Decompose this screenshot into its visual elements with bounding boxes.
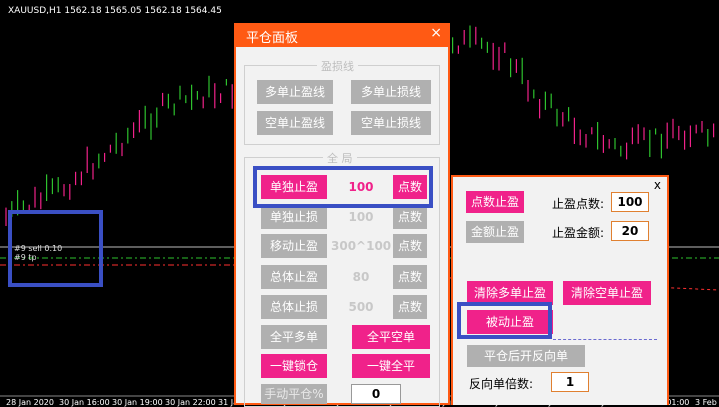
close-icon[interactable]: ×	[430, 25, 442, 41]
short-sl-line-button[interactable]: 空单止损线	[351, 111, 431, 135]
one-click-lock-button[interactable]: 一键锁仓	[261, 354, 327, 378]
highlight-box-passive-tp	[457, 302, 552, 339]
single-sl-unit-button[interactable]: 点数	[393, 205, 427, 229]
trailing-tp-value[interactable]: 300^100	[331, 234, 391, 258]
highlight-box-single-tp	[253, 166, 433, 208]
trailing-tp-unit-button[interactable]: 点数	[393, 234, 427, 258]
clear-short-tp-button[interactable]: 清除空单止盈	[563, 281, 651, 305]
manual-partial-close-button[interactable]: 手动平仓%	[261, 384, 327, 404]
total-tp-unit-button[interactable]: 点数	[393, 265, 427, 289]
amount-tp-button[interactable]: 金额止盈	[466, 221, 524, 243]
panel-title: 平仓面板	[246, 31, 299, 46]
close-icon[interactable]: x	[654, 178, 661, 192]
divider	[553, 339, 657, 340]
group-sl-tp-lines: 盈损线 多单止盈线 多单止损线 空单止盈线 空单止损线	[244, 58, 440, 145]
tp-amount-label: 止盈金额:	[552, 226, 605, 240]
time-axis-label: 28 Jan 2020	[6, 398, 54, 407]
tp-settings-panel: x 点数止盈 止盈点数: 100 金额止盈 止盈金额: 20 清除多单止盈 清除…	[451, 175, 669, 405]
tp-points-input[interactable]: 100	[611, 192, 649, 212]
short-tp-line-button[interactable]: 空单止盈线	[257, 111, 333, 135]
total-tp-value[interactable]: 80	[331, 265, 391, 289]
partial-close-input[interactable]: 0	[351, 384, 401, 404]
close-all-long-button[interactable]: 全平多单	[261, 325, 327, 349]
total-tp-button[interactable]: 总体止盈	[261, 265, 327, 289]
one-click-close-all-button[interactable]: 一键全平	[352, 354, 430, 378]
time-axis-label: 30 Jan 16:00	[59, 398, 110, 407]
group-title: 全 局	[323, 150, 357, 166]
total-sl-button[interactable]: 总体止损	[261, 295, 327, 319]
total-sl-value[interactable]: 500	[331, 295, 391, 319]
single-sl-button[interactable]: 单独止损	[261, 205, 327, 229]
total-sl-unit-button[interactable]: 点数	[393, 295, 427, 319]
points-tp-button[interactable]: 点数止盈	[466, 191, 524, 213]
panel-header[interactable]: 平仓面板 ×	[236, 23, 448, 47]
single-sl-value[interactable]: 100	[331, 205, 391, 229]
reverse-multiplier-input[interactable]: 1	[551, 372, 589, 392]
tp-points-label: 止盈点数:	[552, 197, 605, 211]
group-title: 盈损线	[317, 58, 358, 74]
tp-amount-input[interactable]: 20	[611, 221, 649, 241]
time-axis-label: 3 Feb 04:00	[695, 398, 719, 407]
close-all-short-button[interactable]: 全平空单	[352, 325, 430, 349]
highlight-box-order	[8, 210, 103, 287]
reverse-after-close-button[interactable]: 平仓后开反向单	[467, 345, 585, 367]
symbol-title: XAUUSD,H1 1562.18 1565.05 1562.18 1564.4…	[8, 6, 222, 16]
close-panel: 平仓面板 × 盈损线 多单止盈线 多单止损线 空单止盈线 空单止损线 全 局 单…	[234, 23, 450, 407]
time-axis-label: 30 Jan 19:00	[112, 398, 163, 407]
time-axis-label: 30 Jan 22:00	[165, 398, 216, 407]
trailing-tp-button[interactable]: 移动止盈	[261, 234, 327, 258]
reverse-multiplier-label: 反向单倍数:	[469, 377, 534, 391]
long-sl-line-button[interactable]: 多单止损线	[351, 80, 431, 104]
long-tp-line-button[interactable]: 多单止盈线	[257, 80, 333, 104]
